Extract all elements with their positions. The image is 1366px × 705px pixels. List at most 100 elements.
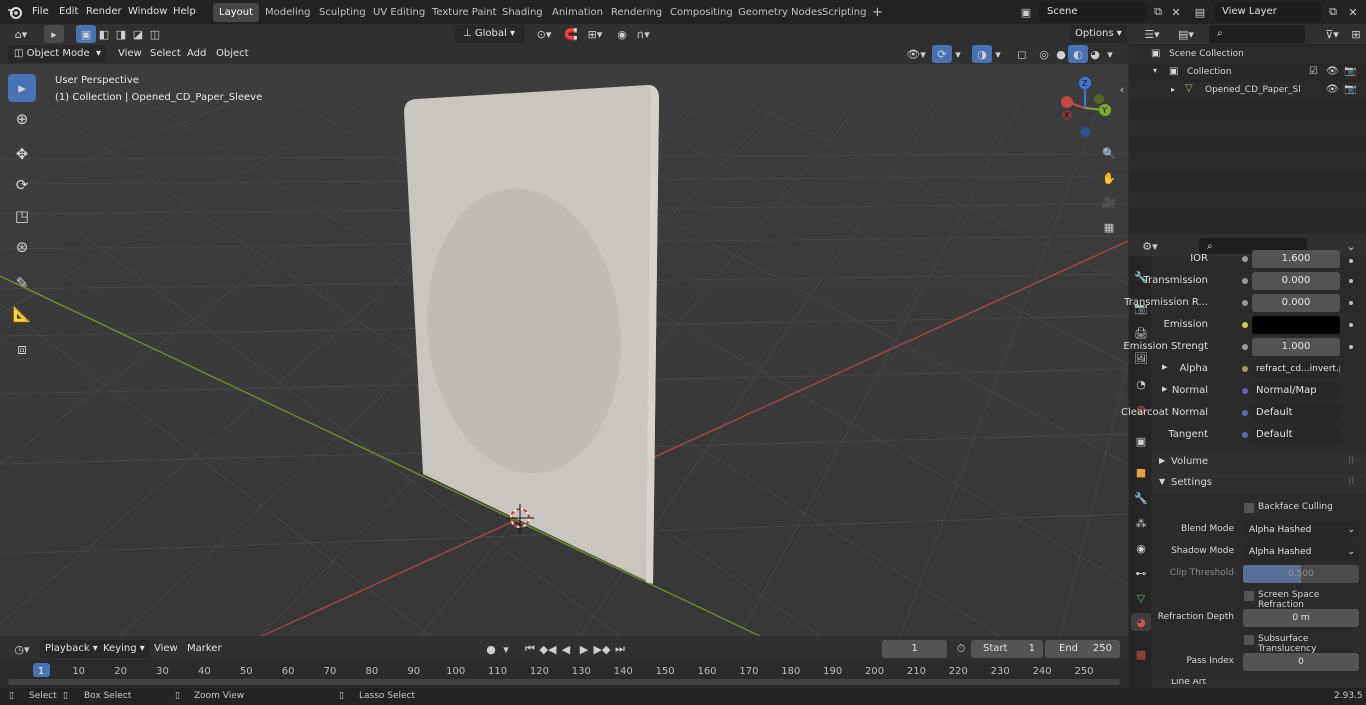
proportional-edit-icon[interactable]: ◉: [612, 25, 632, 43]
menu-file[interactable]: File: [28, 0, 53, 24]
pan-hand-icon[interactable]: ✋: [1099, 168, 1119, 188]
stopwatch-icon[interactable]: ⏱: [951, 640, 971, 658]
prev-keyframe-icon[interactable]: ◆◀: [538, 640, 558, 658]
tangent-field[interactable]: Default: [1252, 426, 1340, 444]
scale-tool-icon[interactable]: ◳: [8, 202, 36, 230]
keyframe-dot-icon[interactable]: [1349, 345, 1353, 349]
tab-shading[interactable]: Shading: [496, 3, 549, 22]
visibility-selectability-icon[interactable]: 👁▾: [903, 45, 929, 63]
keyframe-dot-icon[interactable]: [1349, 301, 1353, 305]
current-frame-field[interactable]: 1: [882, 640, 947, 658]
expand-arrow-icon[interactable]: ▾: [1153, 66, 1157, 75]
tab-modeling[interactable]: Modeling: [259, 3, 317, 22]
emission-color-swatch[interactable]: [1252, 316, 1340, 334]
menu-help[interactable]: Help: [169, 0, 200, 24]
outliner-row-scene-collection[interactable]: ▣ Scene Collection: [1129, 46, 1366, 64]
gizmo-toggle-icon[interactable]: ⟳: [932, 45, 952, 63]
copy-scene-icon[interactable]: ⧉: [1148, 3, 1168, 21]
socket-icon[interactable]: [1242, 256, 1248, 262]
chevron-down-icon[interactable]: ▾: [1103, 45, 1117, 63]
copy-view-layer-icon[interactable]: ⧉: [1323, 3, 1343, 21]
zoom-icon[interactable]: 🔍: [1099, 143, 1119, 163]
socket-icon[interactable]: [1242, 366, 1248, 372]
rendered-shading-icon[interactable]: ◕: [1085, 45, 1105, 63]
transform-orientation-dropdown[interactable]: ⊥ Global ▾: [455, 25, 525, 43]
material-tab-icon[interactable]: ◕: [1131, 613, 1151, 631]
socket-icon[interactable]: [1242, 344, 1248, 350]
menu-marker[interactable]: Marker: [182, 640, 227, 658]
volume-panel-header[interactable]: ▶ Volume ⁞⁞: [1152, 452, 1366, 472]
keying-menu[interactable]: Keying ▾: [98, 640, 150, 658]
particles-tab-icon[interactable]: ⁂: [1131, 514, 1151, 532]
socket-icon[interactable]: [1242, 322, 1248, 328]
close-icon[interactable]: ✕: [1166, 3, 1186, 21]
normal-map-field[interactable]: Normal/Map: [1252, 382, 1340, 400]
menu-edit[interactable]: Edit: [55, 0, 82, 24]
chevron-down-icon[interactable]: ▾: [499, 640, 513, 658]
menu-view[interactable]: View: [149, 640, 183, 658]
new-collection-icon[interactable]: ⊞: [1346, 25, 1366, 43]
subsurface-translucency-checkbox[interactable]: [1243, 634, 1255, 646]
tab-compositing[interactable]: Compositing: [664, 3, 739, 22]
menu-add[interactable]: Add: [182, 45, 211, 63]
view-layer-field[interactable]: View Layer: [1214, 3, 1322, 21]
record-icon[interactable]: ●: [481, 640, 501, 658]
pass-index-field[interactable]: 0: [1243, 653, 1359, 671]
menu-window[interactable]: Window: [124, 0, 171, 24]
emission-strength-value[interactable]: 1.000: [1252, 338, 1340, 356]
overlays-toggle-icon[interactable]: ◑: [972, 45, 992, 63]
expand-arrow-icon[interactable]: ▶: [1162, 363, 1167, 371]
tab-sculpting[interactable]: Sculpting: [313, 3, 372, 22]
camera-render-icon[interactable]: 📷: [1344, 66, 1356, 77]
transmission-value[interactable]: 0.000: [1252, 272, 1340, 290]
next-keyframe-icon[interactable]: ▶◆: [592, 640, 612, 658]
collection-tab-icon[interactable]: ▣: [1131, 432, 1151, 450]
socket-icon[interactable]: [1242, 410, 1248, 416]
rotate-tool-icon[interactable]: ⟳: [8, 171, 36, 199]
transform-tool-icon[interactable]: ⊛: [8, 233, 36, 261]
start-frame-field[interactable]: Start 1: [971, 640, 1043, 658]
screen-space-refraction-checkbox[interactable]: [1243, 590, 1255, 602]
jump-start-icon[interactable]: ⏮: [520, 640, 540, 658]
editor-type-icon[interactable]: ◷▾: [8, 640, 36, 658]
socket-icon[interactable]: [1242, 432, 1248, 438]
scene-name-field[interactable]: Scene: [1039, 3, 1147, 21]
exclude-checkbox-icon[interactable]: ☑: [1309, 66, 1318, 77]
timeline-scrollbar[interactable]: [8, 679, 1120, 685]
menu-select[interactable]: Select: [145, 45, 186, 63]
xray-toggle-icon[interactable]: ◻: [1012, 45, 1032, 63]
options-dropdown[interactable]: Options ▾: [1070, 25, 1127, 43]
playback-menu[interactable]: Playback ▾: [40, 640, 103, 658]
object-mode-dropdown[interactable]: ◫ Object Mode ▾: [8, 45, 106, 63]
falloff-icon[interactable]: ∩▾: [630, 25, 656, 43]
chevron-down-icon[interactable]: ▾: [991, 45, 1005, 63]
tab-scripting[interactable]: Scripting: [816, 3, 872, 22]
select-new-icon[interactable]: ▣: [76, 25, 96, 43]
data-tab-icon[interactable]: ▽: [1131, 589, 1151, 607]
add-cube-tool-icon[interactable]: ⧈: [8, 335, 36, 363]
chevron-down-icon[interactable]: ▾: [951, 45, 965, 63]
texture-tab-icon[interactable]: ▩: [1131, 645, 1151, 663]
constraints-tab-icon[interactable]: ⊷: [1131, 564, 1151, 582]
view-layer-icon[interactable]: ▤: [1188, 3, 1212, 21]
pivot-point-icon[interactable]: ⊙▾: [531, 25, 557, 43]
measure-tool-icon[interactable]: 📐: [8, 300, 36, 328]
transmission-roughness-value[interactable]: 0.000: [1252, 294, 1340, 312]
backface-culling-checkbox[interactable]: [1243, 502, 1255, 514]
eye-icon[interactable]: 👁: [1326, 84, 1339, 95]
outliner-search-input[interactable]: ⌕: [1209, 25, 1305, 43]
camera-render-icon[interactable]: 📷: [1344, 84, 1356, 95]
menu-render[interactable]: Render: [82, 0, 126, 24]
snap-icon[interactable]: 🧲: [561, 25, 581, 43]
tab-layout[interactable]: Layout: [213, 3, 259, 22]
outliner-row-object[interactable]: ▸ ▽ Opened_CD_Paper_Sleev 👁 📷: [1129, 82, 1366, 100]
blend-mode-dropdown[interactable]: Alpha Hashed ⌄: [1243, 521, 1359, 539]
keyframe-dot-icon[interactable]: [1349, 259, 1353, 263]
blender-logo-icon[interactable]: [7, 4, 23, 20]
refraction-depth-field[interactable]: 0 m: [1243, 609, 1359, 627]
alpha-texture-field[interactable]: refract_cd...invert.png: [1252, 360, 1340, 378]
display-mode-icon[interactable]: ▤▾: [1173, 25, 1199, 43]
3d-viewport[interactable]: User Perspective (1) Collection | Opened…: [0, 64, 1128, 636]
tab-animation[interactable]: Animation: [546, 3, 609, 22]
socket-icon[interactable]: [1242, 300, 1248, 306]
